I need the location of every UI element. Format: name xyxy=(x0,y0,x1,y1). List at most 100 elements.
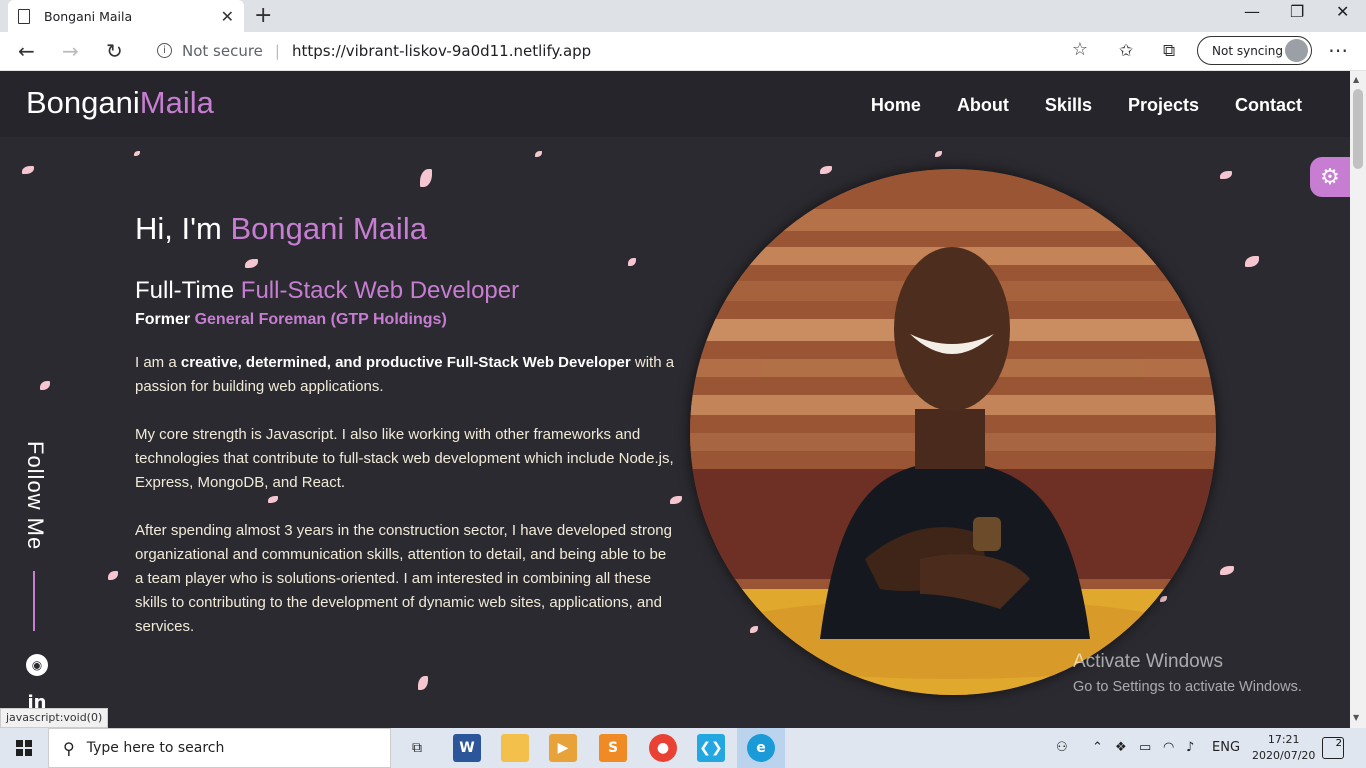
scroll-down-icon[interactable]: ▼ xyxy=(1353,713,1359,722)
petal xyxy=(1220,171,1232,179)
security-label: Not secure xyxy=(182,41,263,60)
close-tab-icon[interactable]: ✕ xyxy=(221,7,234,26)
url-text[interactable]: https://vibrant-liskov-9a0d11.netlify.ap… xyxy=(292,42,591,60)
scroll-up-icon[interactable]: ▲ xyxy=(1353,75,1359,84)
notification-center-icon[interactable]: 2 xyxy=(1322,737,1344,759)
site-logo[interactable]: BonganiMaila xyxy=(26,85,214,121)
nav-contact[interactable]: Contact xyxy=(1235,95,1302,116)
profile-photo xyxy=(690,169,1216,695)
scroll-thumb[interactable] xyxy=(1353,89,1363,169)
minimize-icon[interactable]: — xyxy=(1244,2,1260,21)
link-status-tooltip: javascript:void(0) xyxy=(0,708,109,728)
taskbar-search[interactable]: ⚲ Type here to search xyxy=(48,728,391,768)
sublime-text-icon[interactable]: S xyxy=(599,734,627,762)
collections-icon[interactable]: ⧉ xyxy=(1163,41,1175,61)
sync-label: Not syncing xyxy=(1212,43,1283,58)
nav-about[interactable]: About xyxy=(957,95,1009,116)
skills-paragraph: My core strength is Javascript. I also l… xyxy=(135,426,674,491)
theme-settings-button[interactable]: ⚙ xyxy=(1310,157,1350,197)
page-scrollbar[interactable]: ▲ ▼ xyxy=(1350,71,1366,728)
site-navbar: BonganiMaila Home About Skills Projects … xyxy=(0,71,1350,137)
wifi-icon[interactable]: ◠ xyxy=(1163,740,1174,755)
petal xyxy=(535,151,542,157)
hero-greeting: Hi, I'm Bongani Maila xyxy=(135,211,675,247)
hero-name: Bongani Maila xyxy=(230,211,427,246)
info-icon[interactable]: i xyxy=(157,43,172,58)
task-view-icon[interactable]: ⧉ xyxy=(403,734,431,762)
vscode-icon[interactable]: ❮❯ xyxy=(697,734,725,762)
address-bar[interactable]: i Not secure | https://vibrant-liskov-9a… xyxy=(143,35,1098,66)
language-indicator[interactable]: ENG xyxy=(1212,740,1240,755)
experience-paragraph: After spending almost 3 years in the con… xyxy=(135,522,672,635)
dropbox-icon[interactable]: ❖ xyxy=(1115,740,1127,755)
page-icon xyxy=(18,8,30,24)
chrome-icon[interactable]: ● xyxy=(649,734,677,762)
people-icon[interactable]: ⚇ xyxy=(1056,740,1068,755)
favorite-star-icon[interactable]: ☆ xyxy=(1072,39,1088,60)
role-prefix: Full-Time xyxy=(135,277,235,304)
petal xyxy=(820,166,832,174)
petal xyxy=(418,676,428,690)
avatar xyxy=(1285,39,1308,62)
reload-icon[interactable]: ↻ xyxy=(106,39,123,63)
start-button[interactable] xyxy=(0,728,48,768)
clock-date: 2020/07/20 xyxy=(1252,749,1316,762)
hero-section: Hi, I'm Bongani Maila Full-Time Full-Sta… xyxy=(135,211,675,639)
nav-home[interactable]: Home xyxy=(871,95,921,116)
web-page: BonganiMaila Home About Skills Projects … xyxy=(0,71,1350,728)
greeting-text: Hi, I'm xyxy=(135,211,222,246)
browser-tab[interactable]: Bongani Maila ✕ xyxy=(8,0,244,32)
former-title: General Foreman (GTP Holdings) xyxy=(194,311,447,328)
former-prefix: Former xyxy=(135,311,191,328)
more-options-icon[interactable]: ⋯ xyxy=(1328,38,1348,62)
edge-icon[interactable]: e xyxy=(747,734,775,762)
petal xyxy=(22,166,34,174)
logo-last-name: Maila xyxy=(139,85,214,120)
search-icon: ⚲ xyxy=(63,738,75,758)
follow-me-label: Follow Me xyxy=(23,441,48,551)
new-tab-icon[interactable]: + xyxy=(254,3,272,28)
favorites-icon[interactable]: ✩ xyxy=(1119,41,1133,61)
petal xyxy=(108,571,118,580)
gear-icon: ⚙ xyxy=(1320,164,1340,190)
nav-skills[interactable]: Skills xyxy=(1045,95,1092,116)
search-placeholder: Type here to search xyxy=(86,740,225,756)
browser-tab-strip: Bongani Maila ✕ + — ❐ ✕ xyxy=(0,0,1366,32)
petal xyxy=(1245,256,1259,267)
petal xyxy=(420,169,432,187)
petal xyxy=(1160,596,1167,602)
petal xyxy=(40,381,50,390)
intro-text-start: I am a xyxy=(135,354,181,371)
system-clock[interactable]: 17:21 2020/07/20 xyxy=(1252,732,1315,764)
tab-title: Bongani Maila xyxy=(44,8,133,24)
word-app-icon[interactable]: W xyxy=(453,734,481,762)
role-title: Full-Stack Web Developer xyxy=(240,277,520,304)
windows-logo-icon xyxy=(16,740,32,756)
logo-first-name: Bongani xyxy=(26,85,140,120)
restore-icon[interactable]: ❐ xyxy=(1290,2,1304,21)
petal xyxy=(935,151,942,157)
github-icon[interactable]: ◉ xyxy=(26,654,48,676)
forward-icon[interactable]: → xyxy=(62,39,79,63)
close-window-icon[interactable]: ✕ xyxy=(1336,2,1349,21)
site-menu: Home About Skills Projects Contact xyxy=(871,95,1302,116)
media-player-icon[interactable]: ▶ xyxy=(549,734,577,762)
show-hidden-icons-icon[interactable]: ⌃ xyxy=(1092,740,1103,755)
clock-time: 17:21 xyxy=(1267,733,1300,746)
intro-text-bold: creative, determined, and productive Ful… xyxy=(180,354,631,371)
windows-taskbar: ⚲ Type here to search ⧉ W ▶ S ● ❮❯ e ⚇ ⌃… xyxy=(0,728,1366,768)
profile-photo-illustration xyxy=(690,169,1216,695)
file-explorer-icon[interactable] xyxy=(501,734,529,762)
profile-sync-button[interactable]: Not syncing xyxy=(1197,36,1312,65)
activate-windows-watermark: Activate Windows Go to Settings to activ… xyxy=(1073,651,1302,695)
follow-divider-line xyxy=(33,571,35,631)
browser-toolbar: ← → ↻ i Not secure | https://vibrant-lis… xyxy=(0,32,1366,71)
follow-me-sidebar: Follow Me xyxy=(22,441,52,557)
nav-projects[interactable]: Projects xyxy=(1128,95,1199,116)
address-separator: | xyxy=(274,41,280,60)
petal xyxy=(1220,566,1234,575)
battery-icon[interactable]: ▭ xyxy=(1139,740,1151,755)
volume-icon[interactable]: ♪ xyxy=(1186,740,1194,755)
activate-title: Activate Windows xyxy=(1073,651,1223,672)
back-icon[interactable]: ← xyxy=(18,39,35,63)
